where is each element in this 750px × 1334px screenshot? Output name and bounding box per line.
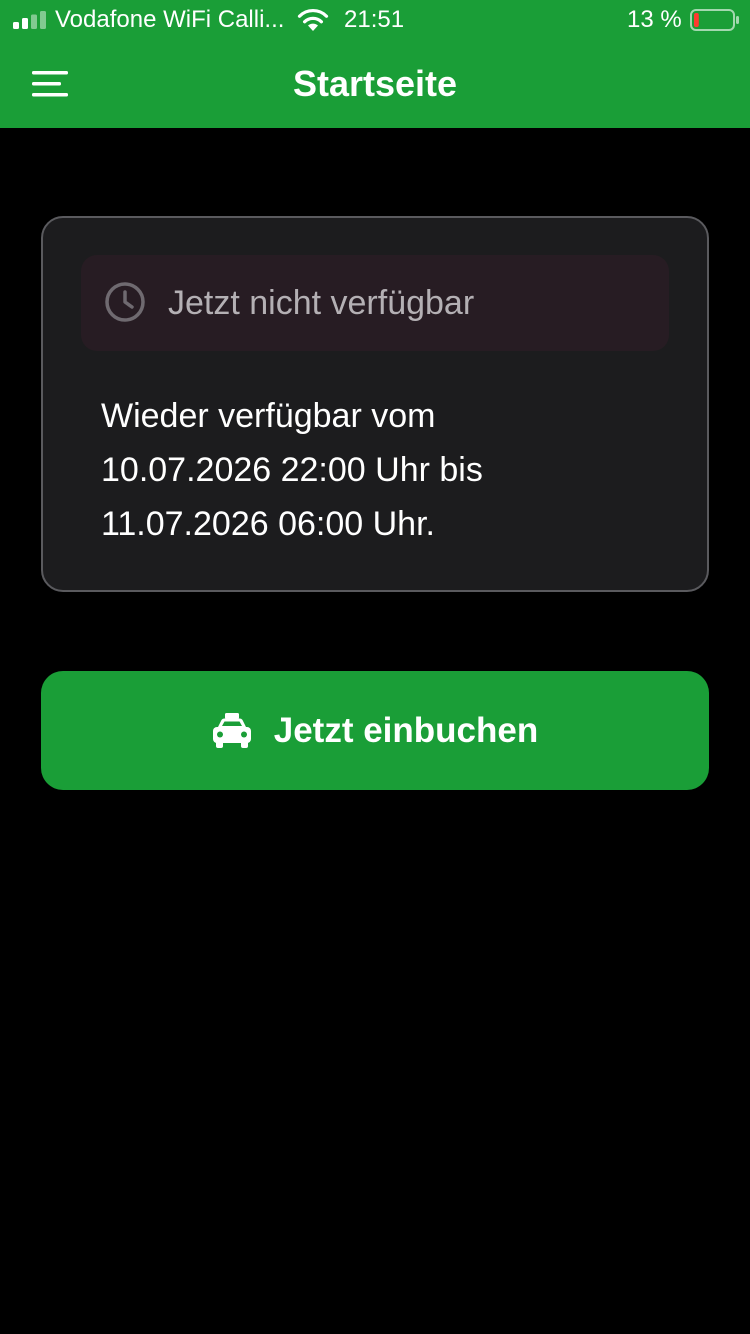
signal-icon [13, 11, 46, 29]
taxi-icon [212, 712, 251, 748]
book-in-label: Jetzt einbuchen [273, 710, 539, 750]
unavailable-text: Jetzt nicht verfügbar [168, 284, 475, 322]
app-screen: Vodafone WiFi Calli... 21:51 13 % Starts… [0, 0, 750, 1334]
battery-icon [690, 9, 739, 31]
navigation-bar: Startseite [0, 40, 750, 128]
status-time: 21:51 [344, 6, 405, 33]
availability-card: Jetzt nicht verfügbar Wieder verfügbar v… [41, 216, 709, 592]
carrier-name: Vodafone WiFi Calli... [55, 6, 285, 33]
app-top-bar: Vodafone WiFi Calli... 21:51 13 % Starts… [0, 0, 750, 128]
unavailable-notice: Jetzt nicht verfügbar [81, 255, 669, 351]
wifi-icon [297, 9, 329, 31]
availability-line: 10.07.2026 22:00 Uhr bis [101, 451, 483, 489]
status-bar: Vodafone WiFi Calli... 21:51 13 % [0, 0, 750, 40]
clock-icon [105, 282, 145, 322]
availability-info: Wieder verfügbar vom 10.07.2026 22:00 Uh… [101, 389, 661, 551]
battery-percentage: 13 % [627, 6, 682, 33]
availability-line: Wieder verfügbar vom [101, 397, 436, 435]
book-in-button[interactable]: Jetzt einbuchen [41, 671, 709, 790]
battery-level-fill [694, 13, 699, 27]
page-title: Startseite [292, 63, 458, 104]
availability-line: 11.07.2026 06:00 Uhr. [101, 505, 435, 543]
